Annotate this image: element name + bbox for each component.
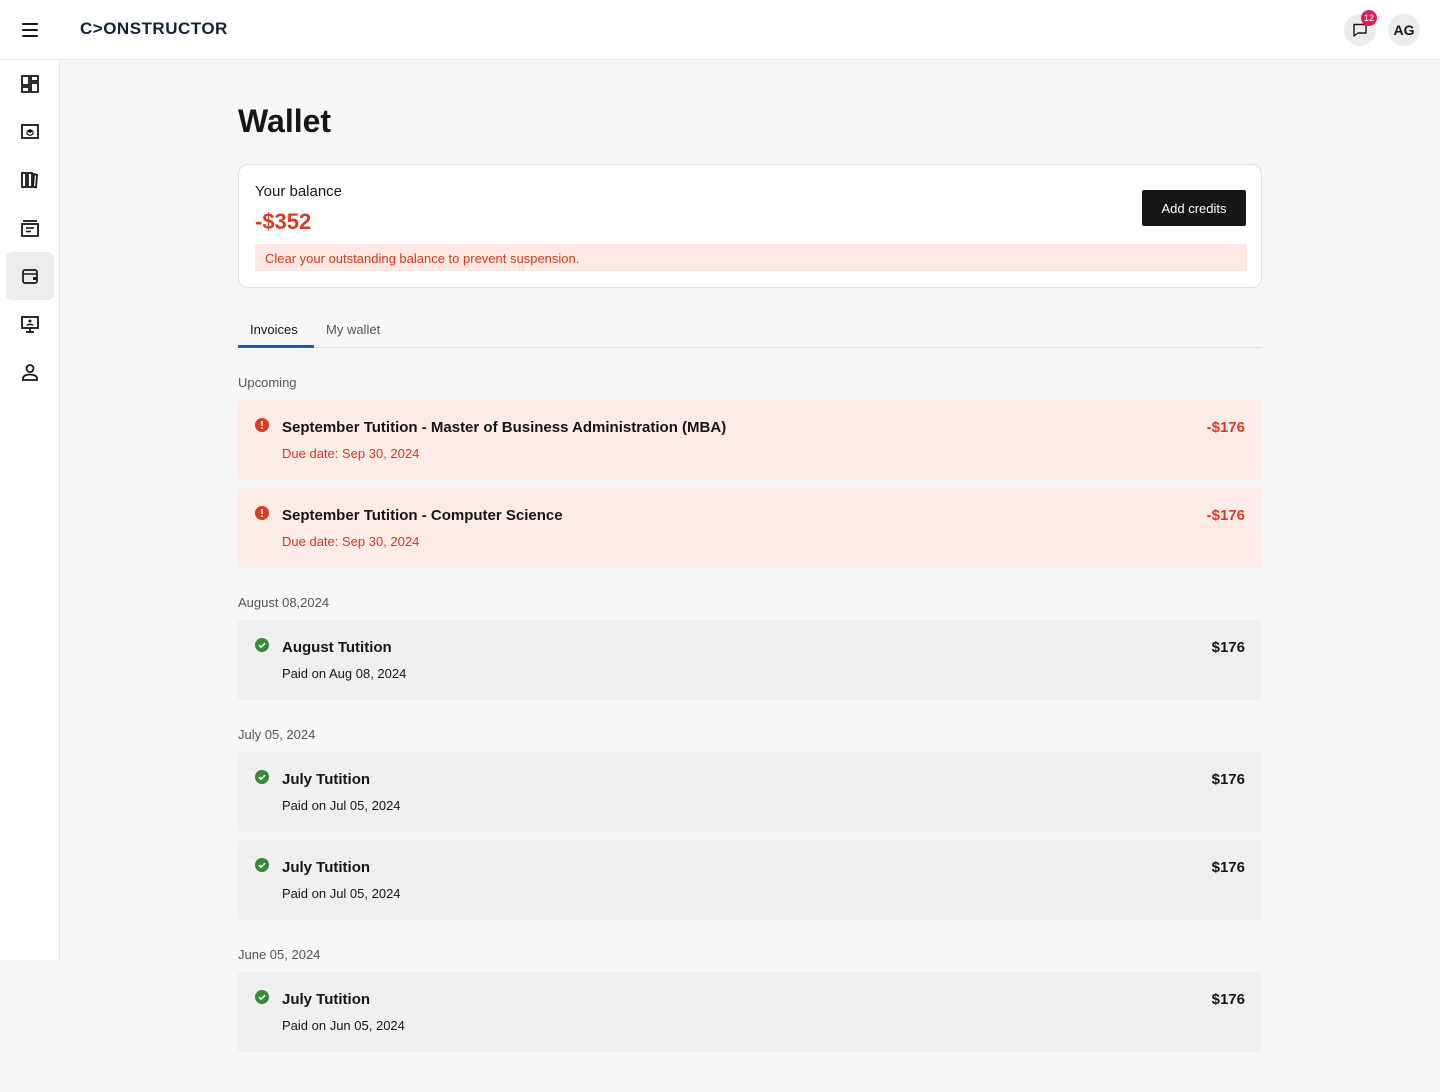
logo[interactable]: C>ONSTRUCTOR [80, 19, 228, 39]
section-label-upcoming: Upcoming [238, 375, 297, 390]
invoice-paid-date: Paid on Jun 05, 2024 [282, 1018, 405, 1033]
wallet-icon [22, 269, 38, 284]
invoice-title: July Tutition [282, 859, 371, 876]
invoice-due-date: Due date: Sep 30, 2024 [282, 534, 420, 549]
balance-card: Your balance -$352 Add credits Clear you… [238, 164, 1262, 288]
section-label-date: June 05, 2024 [238, 947, 321, 962]
menu-icon[interactable] [18, 18, 42, 42]
invoice-card[interactable]: September Tutition - Master of Business … [238, 400, 1262, 480]
error-icon [255, 418, 269, 432]
invoice-due-date: Due date: Sep 30, 2024 [282, 446, 420, 461]
invoice-paid-date: Paid on Aug 08, 2024 [282, 666, 407, 681]
archive-icon [21, 220, 39, 237]
section-label-date: July 05, 2024 [238, 727, 316, 742]
presentation-icon [21, 316, 39, 333]
notification-badge: 12 [1361, 10, 1378, 26]
invoice-amount: $176 [1211, 991, 1245, 1008]
error-icon [255, 506, 269, 520]
invoice-title: July Tutition [282, 771, 371, 788]
top-bar: C>ONSTRUCTOR 12 AG [0, 0, 1440, 60]
sidebar-item-archive[interactable] [6, 204, 54, 252]
add-credits-button[interactable]: Add credits [1142, 190, 1246, 226]
active-tab-indicator [238, 345, 314, 348]
invoice-card[interactable]: August Tutition Paid on Aug 08, 2024 $17… [238, 620, 1262, 700]
balance-label: Your balance [255, 183, 343, 200]
invoice-paid-date: Paid on Jul 05, 2024 [282, 886, 401, 901]
invoice-card[interactable]: July Tutition Paid on Jul 05, 2024 $176 [238, 752, 1262, 832]
page-title: Wallet [238, 103, 332, 139]
invoice-card[interactable]: July Tutition Paid on Jul 05, 2024 $176 [238, 840, 1262, 920]
invoice-amount: -$176 [1206, 419, 1245, 436]
invoice-title: September Tutition - Computer Science [282, 507, 563, 524]
balance-amount: -$352 [255, 209, 312, 234]
sidebar-item-presentation[interactable] [6, 300, 54, 348]
sidebar-item-courses[interactable] [6, 108, 54, 156]
balance-warning: Clear your outstanding balance to preven… [255, 244, 1247, 271]
avatar[interactable]: AG [1388, 14, 1420, 46]
check-circle-icon [255, 990, 269, 1004]
invoice-title: September Tutition - Master of Business … [282, 419, 727, 436]
tabs: Invoices My wallet [238, 316, 1262, 348]
section-label-date: August 08,2024 [238, 595, 330, 610]
invoice-amount: $176 [1211, 859, 1245, 876]
check-circle-icon [255, 858, 269, 872]
invoice-title: July Tutition [282, 991, 371, 1008]
invoice-card[interactable]: September Tutition - Computer Science Du… [238, 488, 1262, 568]
invoice-amount: $176 [1211, 771, 1245, 788]
sidebar-item-wallet[interactable] [6, 252, 54, 300]
invoice-amount: -$176 [1206, 507, 1245, 524]
sidebar [0, 60, 60, 960]
invoice-title: August Tutition [282, 639, 392, 656]
check-circle-icon [255, 770, 269, 784]
profile-icon [22, 364, 38, 381]
library-icon [21, 172, 38, 189]
invoice-paid-date: Paid on Jul 05, 2024 [282, 798, 401, 813]
dashboard-icon [21, 75, 39, 93]
invoice-card[interactable]: July Tutition Paid on Jun 05, 2024 $176 [238, 972, 1262, 1052]
sidebar-item-library[interactable] [6, 156, 54, 204]
invoice-amount: $176 [1211, 639, 1245, 656]
check-circle-icon [255, 638, 269, 652]
tab-my-wallet[interactable]: My wallet [326, 322, 380, 348]
sidebar-item-profile[interactable] [6, 348, 54, 396]
sidebar-item-dashboard[interactable] [6, 60, 54, 108]
courses-icon [21, 124, 39, 139]
